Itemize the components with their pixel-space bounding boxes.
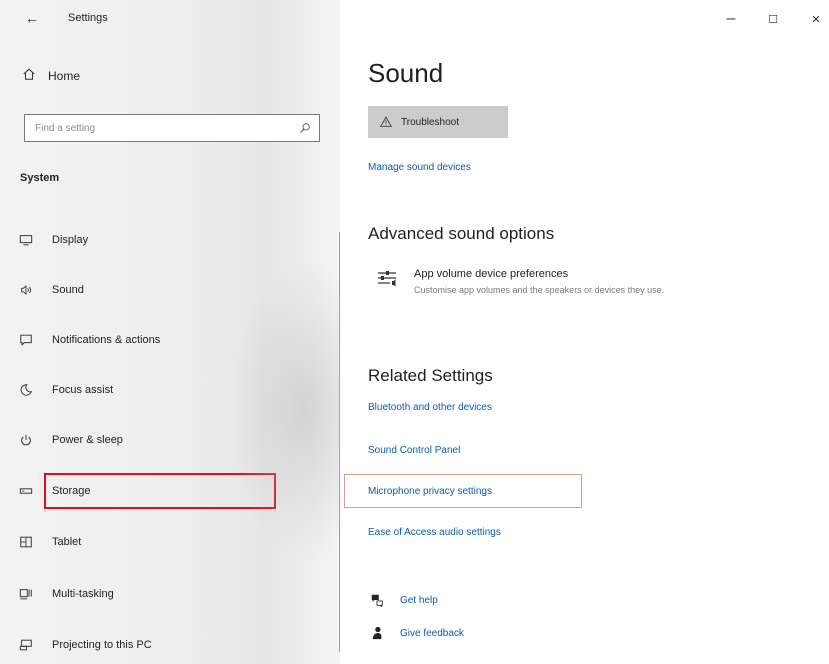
scrollbar[interactable] <box>339 232 340 652</box>
give-feedback-icon <box>372 626 382 640</box>
focus-assist-icon <box>18 383 34 397</box>
sidebar-item-label: Display <box>52 234 89 246</box>
get-help-link[interactable]: Get help <box>400 595 438 606</box>
sidebar-item-projecting[interactable]: Projecting to this PC <box>18 633 152 657</box>
home-icon <box>22 67 36 86</box>
display-icon <box>18 233 34 247</box>
search-input[interactable] <box>33 121 299 135</box>
app-volume-description: Customise app volumes and the speakers o… <box>414 285 665 295</box>
app-volume-icon <box>378 271 396 287</box>
sidebar-item-label: Sound <box>52 284 84 296</box>
close-icon[interactable]: ✕ <box>803 8 829 30</box>
give-feedback-link[interactable]: Give feedback <box>400 628 464 639</box>
advanced-heading: Advanced sound options <box>368 224 555 243</box>
sidebar-item-label: Power & sleep <box>52 434 123 446</box>
app-volume-title[interactable]: App volume device preferences <box>414 268 568 280</box>
sidebar-item-label: Multi-tasking <box>52 588 114 600</box>
related-heading: Related Settings <box>368 366 493 385</box>
troubleshoot-label: Troubleshoot <box>401 116 459 128</box>
troubleshoot-button[interactable]: Troubleshoot <box>368 106 508 138</box>
app-title: Settings <box>68 12 108 24</box>
page-title: Sound <box>368 58 444 88</box>
section-label: System <box>20 172 60 184</box>
highlight-box <box>44 473 276 509</box>
sidebar-item-label: Tablet <box>52 536 82 548</box>
home-nav[interactable]: Home <box>22 66 80 86</box>
home-label: Home <box>48 69 81 83</box>
get-help-icon <box>371 594 383 607</box>
warning-icon <box>380 116 392 127</box>
microphone-privacy-link[interactable]: Microphone privacy settings <box>368 486 492 497</box>
tablet-icon <box>18 535 34 549</box>
maximize-icon[interactable]: ☐ <box>760 8 786 30</box>
sidebar-item-tablet[interactable]: Tablet <box>18 530 81 554</box>
sidebar-item-multitasking[interactable]: Multi-tasking <box>18 582 114 606</box>
power-icon <box>18 433 34 447</box>
sidebar-item-label: Projecting to this PC <box>52 639 152 651</box>
sidebar-item-power-sleep[interactable]: Power & sleep <box>18 428 123 452</box>
minimize-icon[interactable]: – <box>718 8 744 30</box>
sidebar: ← Settings Home System Display Sound Not… <box>0 0 340 664</box>
sidebar-item-focus-assist[interactable]: Focus assist <box>18 378 113 402</box>
multitasking-icon <box>18 587 34 601</box>
notifications-icon <box>18 333 34 347</box>
sound-icon <box>18 283 34 297</box>
sidebar-item-display[interactable]: Display <box>18 228 88 252</box>
search-icon <box>300 123 310 133</box>
storage-icon <box>18 484 34 498</box>
projecting-icon <box>18 638 34 652</box>
sidebar-item-label: Focus assist <box>52 384 114 396</box>
manage-sound-devices-link[interactable]: Manage sound devices <box>368 162 471 173</box>
back-arrow-icon[interactable]: ← <box>22 8 42 28</box>
sound-control-panel-link[interactable]: Sound Control Panel <box>368 445 460 456</box>
sidebar-item-label: Notifications & actions <box>52 334 161 346</box>
bluetooth-devices-link[interactable]: Bluetooth and other devices <box>368 402 492 413</box>
ease-of-access-audio-link[interactable]: Ease of Access audio settings <box>368 527 501 538</box>
sidebar-item-sound[interactable]: Sound <box>18 278 84 302</box>
search-box[interactable] <box>24 114 320 142</box>
sidebar-item-notifications[interactable]: Notifications & actions <box>18 328 160 352</box>
